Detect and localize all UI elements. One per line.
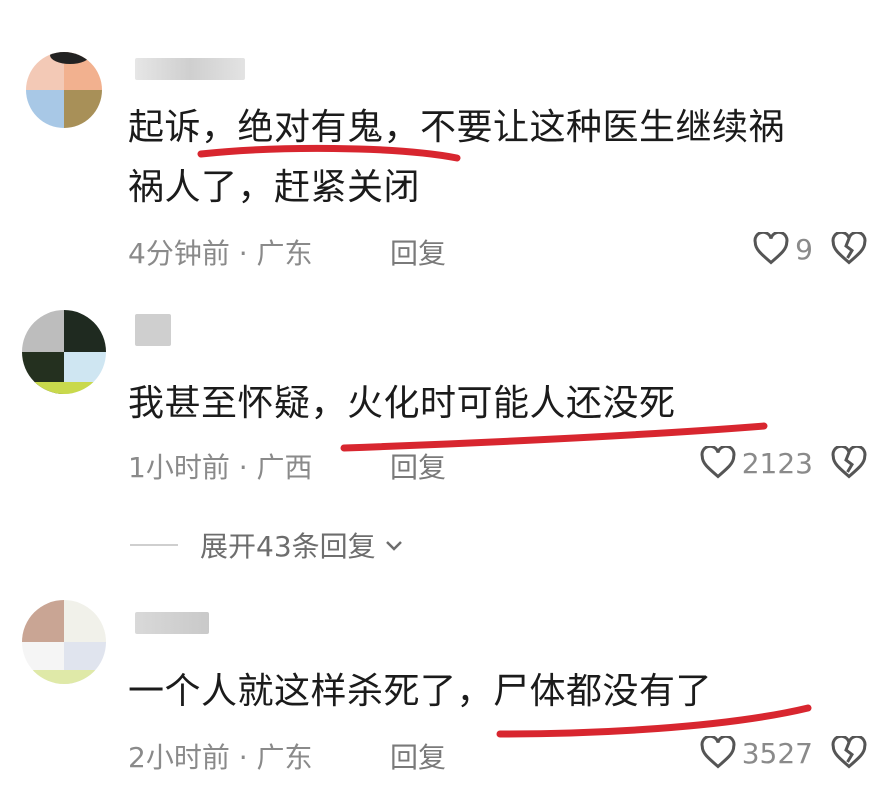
like-count: 9 bbox=[795, 232, 813, 266]
username-blurred[interactable] bbox=[135, 612, 209, 634]
timestamp-location: 2小时前 · 广东 bbox=[128, 741, 313, 774]
reply-button[interactable]: 回复 bbox=[390, 736, 446, 776]
expand-replies-label: 展开43条回复 bbox=[200, 530, 376, 563]
username-blurred[interactable] bbox=[135, 58, 245, 80]
broken-heart-icon[interactable] bbox=[831, 446, 867, 480]
chevron-down-icon bbox=[385, 541, 402, 551]
reply-button[interactable]: 回复 bbox=[390, 446, 446, 486]
username-blurred[interactable] bbox=[135, 314, 171, 346]
comment-text-line: 祸人了，赶紧关闭 bbox=[128, 167, 421, 208]
comment-text: 起诉，绝对有鬼，不要让这种医生继续祸 祸人了，赶紧关闭 bbox=[128, 98, 848, 218]
expand-replies-button[interactable]: 展开43条回复 bbox=[130, 525, 406, 565]
heart-outline-icon bbox=[700, 736, 736, 769]
comment-meta: 4分钟前 · 广东 回复 9 bbox=[128, 232, 867, 272]
broken-heart-icon[interactable] bbox=[831, 232, 867, 266]
comment-text: 我甚至怀疑，火化时可能人还没死 bbox=[128, 374, 848, 434]
comment-text-line: 我甚至怀疑，火化时可能人还没死 bbox=[128, 383, 676, 424]
like-count: 2123 bbox=[741, 446, 813, 480]
avatar[interactable] bbox=[22, 600, 106, 684]
comment-text-line: 一个人就这样杀死了，尸体都没有了 bbox=[128, 671, 713, 712]
avatar[interactable] bbox=[22, 310, 106, 394]
heart-outline-icon bbox=[700, 446, 736, 479]
comment-text: 一个人就这样杀死了，尸体都没有了 bbox=[128, 662, 848, 722]
comment-text-line: 起诉，绝对有鬼，不要让这种医生继续祸 bbox=[128, 107, 786, 148]
timestamp-location: 1小时前 · 广西 bbox=[128, 451, 313, 484]
like-button[interactable]: 2123 bbox=[700, 446, 813, 480]
divider-line bbox=[130, 544, 178, 546]
like-button[interactable]: 3527 bbox=[700, 736, 813, 770]
avatar[interactable] bbox=[26, 52, 102, 128]
comment-meta: 1小时前 · 广西 回复 2123 bbox=[128, 446, 867, 486]
broken-heart-icon[interactable] bbox=[831, 736, 867, 770]
like-count: 3527 bbox=[741, 736, 813, 770]
reply-button[interactable]: 回复 bbox=[390, 232, 446, 272]
heart-outline-icon bbox=[753, 232, 789, 265]
timestamp-location: 4分钟前 · 广东 bbox=[128, 237, 313, 270]
comment-meta: 2小时前 · 广东 回复 3527 bbox=[128, 736, 867, 776]
like-button[interactable]: 9 bbox=[753, 232, 813, 266]
